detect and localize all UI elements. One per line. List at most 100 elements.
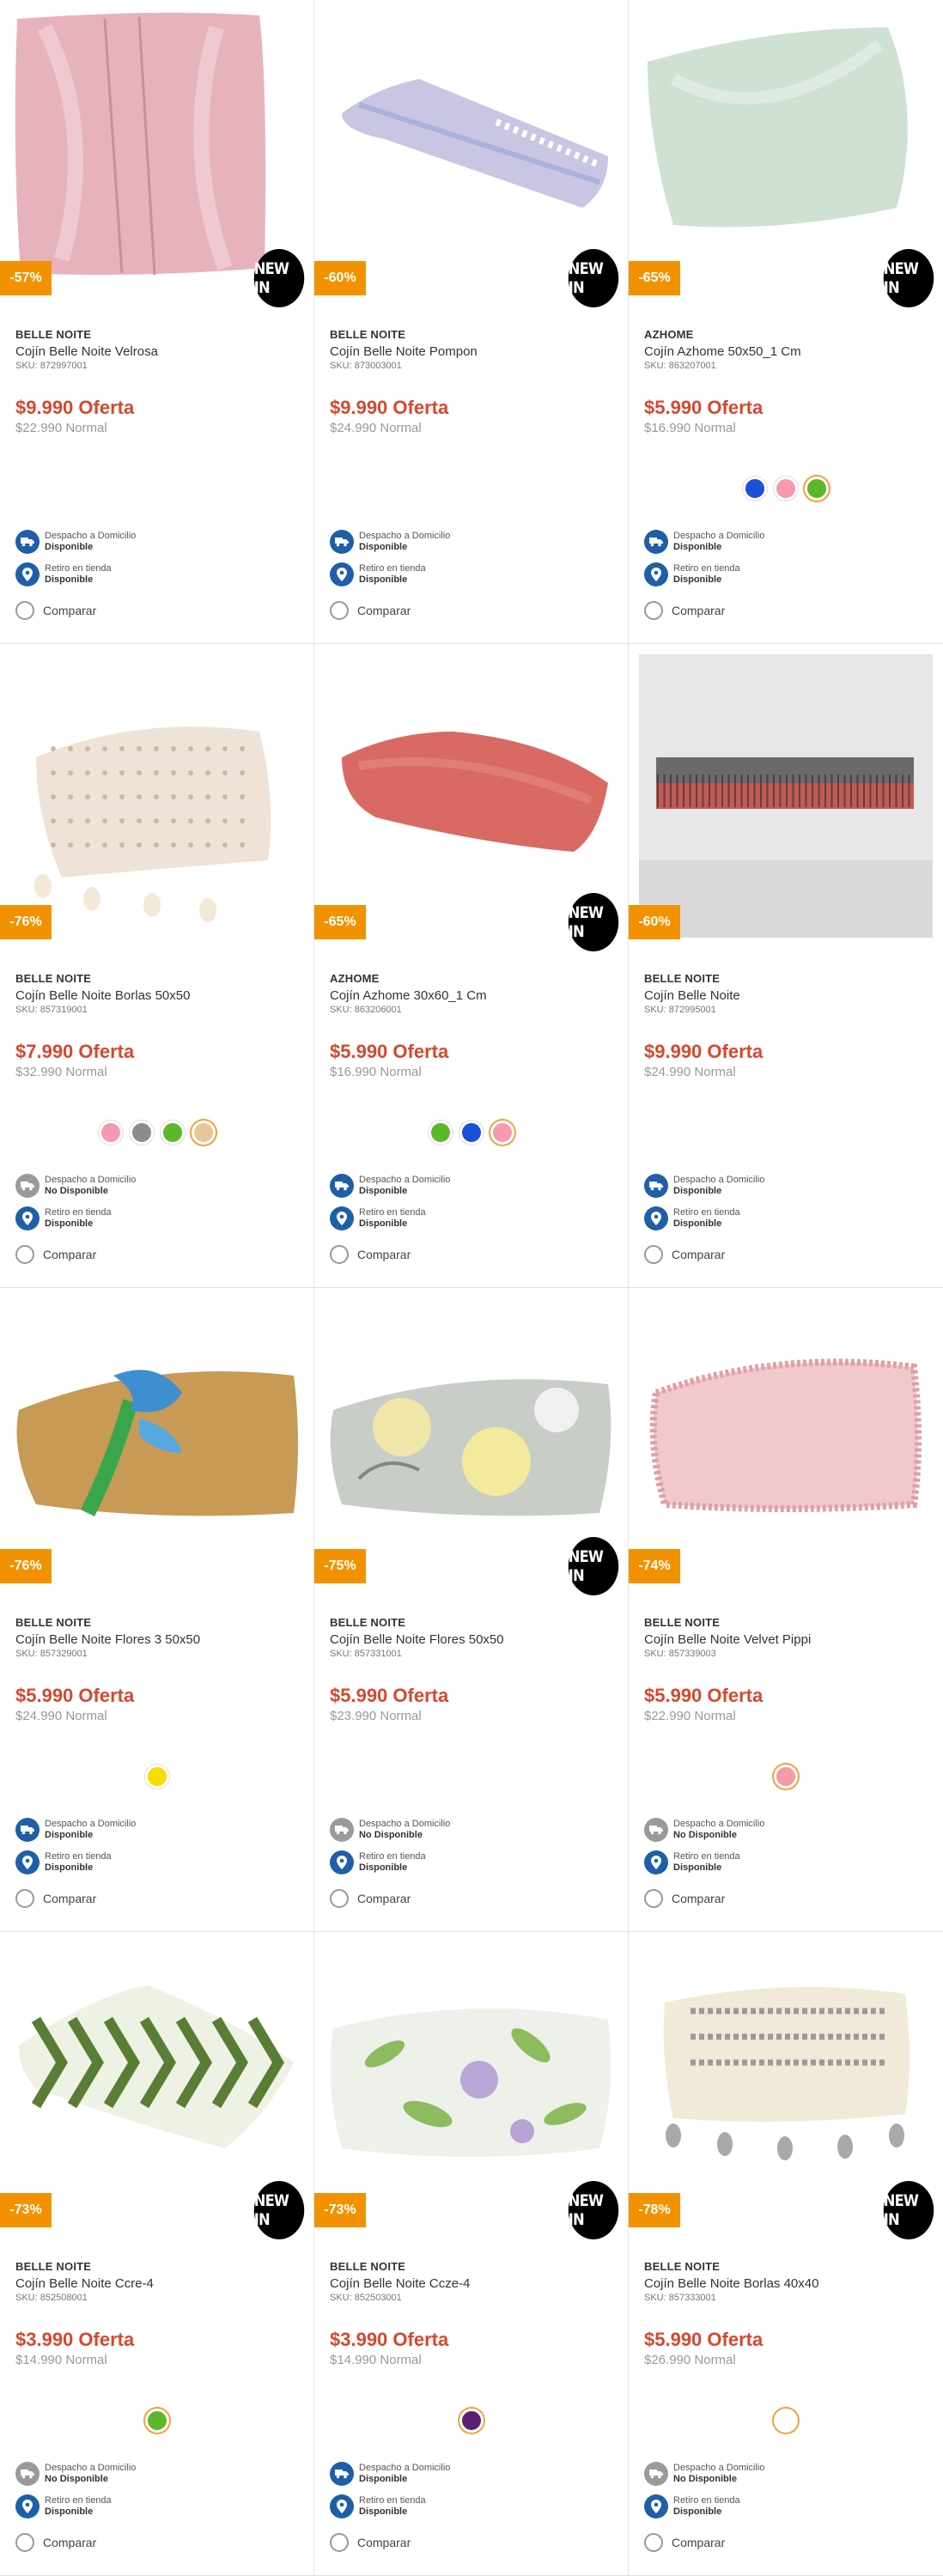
color-swatch[interactable]	[774, 477, 798, 501]
product-card[interactable]: -73% NEW IN BELLE NOITE Cojín Belle Noit…	[314, 1932, 629, 2576]
compare-toggle[interactable]: Comparar	[330, 1889, 411, 1908]
color-swatch[interactable]	[743, 477, 767, 501]
color-swatch[interactable]	[160, 1121, 185, 1145]
product-image[interactable]	[639, 654, 933, 938]
color-swatch[interactable]	[144, 1765, 169, 1789]
compare-toggle[interactable]: Comparar	[15, 2533, 96, 2552]
compare-toggle[interactable]: Comparar	[15, 1245, 96, 1264]
product-card[interactable]: -60% BELLE NOITE Cojín Belle Noite SKU: …	[629, 644, 943, 1288]
product-title[interactable]: Cojín Belle Noite Ccre-4	[15, 2276, 301, 2291]
compare-checkbox[interactable]	[15, 1245, 34, 1264]
color-swatch[interactable]	[459, 2409, 484, 2433]
compare-checkbox[interactable]	[15, 601, 34, 620]
product-title[interactable]: Cojín Azhome 30x60_1 Cm	[330, 988, 616, 1003]
product-sku: SKU: 863206001	[330, 1005, 402, 1015]
product-card[interactable]: -73% NEW IN BELLE NOITE Cojín Belle Noit…	[0, 1932, 314, 2576]
product-title[interactable]: Cojín Belle Noite Borlas 50x50	[15, 988, 301, 1003]
product-image[interactable]	[325, 1298, 618, 1582]
product-brand[interactable]: AZHOME	[644, 328, 931, 341]
location-pin-icon	[15, 1206, 40, 1230]
compare-toggle[interactable]: Comparar	[330, 1245, 411, 1264]
product-image[interactable]	[325, 10, 618, 294]
compare-checkbox[interactable]	[644, 1245, 663, 1264]
compare-checkbox[interactable]	[330, 2533, 349, 2552]
compare-toggle[interactable]: Comparar	[15, 1889, 96, 1908]
compare-toggle[interactable]: Comparar	[15, 601, 96, 620]
compare-toggle[interactable]: Comparar	[644, 1889, 725, 1908]
product-card[interactable]: -76% BELLE NOITE Cojín Belle Noite Flore…	[0, 1288, 314, 1932]
compare-toggle[interactable]: Comparar	[644, 1245, 725, 1264]
product-card[interactable]: -75% NEW IN BELLE NOITE Cojín Belle Noit…	[314, 1288, 629, 1932]
compare-checkbox[interactable]	[644, 1889, 663, 1908]
compare-label: Comparar	[357, 1892, 411, 1905]
color-swatch[interactable]	[98, 1121, 123, 1145]
product-card[interactable]: -76% BELLE NOITE Cojín Belle Noite Borla…	[0, 644, 314, 1288]
delivery-status: No Disponible	[45, 1186, 108, 1196]
product-image[interactable]	[10, 1298, 304, 1582]
color-swatch[interactable]	[805, 477, 829, 501]
product-image[interactable]	[325, 654, 618, 938]
compare-checkbox[interactable]	[330, 601, 349, 620]
product-card[interactable]: -57% NEW IN BELLE NOITE Cojín Belle Noit…	[0, 0, 314, 644]
color-swatch[interactable]	[459, 1121, 484, 1145]
product-title[interactable]: Cojín Belle Noite Velrosa	[15, 344, 301, 359]
product-brand[interactable]: BELLE NOITE	[644, 2260, 931, 2273]
compare-checkbox[interactable]	[330, 1245, 349, 1264]
product-brand[interactable]: BELLE NOITE	[330, 328, 616, 341]
normal-price: $16.990 Normal	[644, 421, 736, 435]
product-brand[interactable]: BELLE NOITE	[15, 2260, 301, 2273]
pickup-status: Disponible	[359, 1862, 408, 1873]
compare-toggle[interactable]: Comparar	[330, 601, 411, 620]
product-brand[interactable]: BELLE NOITE	[15, 972, 301, 985]
product-brand[interactable]: BELLE NOITE	[644, 1616, 931, 1629]
product-brand[interactable]: BELLE NOITE	[15, 1616, 301, 1629]
color-swatch[interactable]	[129, 1121, 154, 1145]
product-card[interactable]: -65% NEW IN AZHOME Cojín Azhome 50x50_1 …	[629, 0, 943, 644]
color-swatches	[0, 2409, 313, 2433]
delivery-label: Despacho a Domicilio	[359, 1819, 451, 1829]
product-title[interactable]: Cojín Belle Noite Ccze-4	[330, 2276, 616, 2291]
product-title[interactable]: Cojín Azhome 50x50_1 Cm	[644, 344, 931, 359]
delivery-availability: Despacho a Domicilio No Disponible	[15, 2462, 301, 2486]
color-swatch[interactable]	[428, 1121, 453, 1145]
product-brand[interactable]: BELLE NOITE	[15, 328, 301, 341]
product-image[interactable]	[10, 10, 304, 294]
product-image[interactable]	[10, 1942, 304, 2226]
product-title[interactable]: Cojín Belle Noite Flores 3 50x50	[15, 1632, 301, 1647]
product-image[interactable]	[639, 1942, 933, 2226]
product-card[interactable]: -65% NEW IN AZHOME Cojín Azhome 30x60_1 …	[314, 644, 629, 1288]
product-image[interactable]	[639, 10, 933, 294]
compare-checkbox[interactable]	[644, 2533, 663, 2552]
compare-checkbox[interactable]	[330, 1889, 349, 1908]
offer-price: $5.990 Oferta	[330, 1685, 449, 1706]
product-title[interactable]: Cojín Belle Noite Borlas 40x40	[644, 2276, 931, 2291]
compare-toggle[interactable]: Comparar	[330, 2533, 411, 2552]
compare-toggle[interactable]: Comparar	[644, 601, 725, 620]
compare-toggle[interactable]: Comparar	[644, 2533, 725, 2552]
location-pin-icon	[644, 562, 668, 586]
product-title[interactable]: Cojín Belle Noite Velvet Pippi	[644, 1632, 931, 1647]
product-image[interactable]	[10, 654, 304, 938]
product-title[interactable]: Cojín Belle Noite Flores 50x50	[330, 1632, 616, 1647]
color-swatch[interactable]	[774, 2409, 798, 2433]
product-title[interactable]: Cojín Belle Noite	[644, 988, 931, 1003]
product-brand[interactable]: BELLE NOITE	[644, 972, 931, 985]
product-title[interactable]: Cojín Belle Noite Pompon	[330, 344, 616, 359]
color-swatch[interactable]	[490, 1121, 514, 1145]
color-swatch[interactable]	[191, 1121, 216, 1145]
product-card[interactable]: -78% NEW IN BELLE NOITE Cojín Belle Noit…	[629, 1932, 943, 2576]
product-brand[interactable]: AZHOME	[330, 972, 616, 985]
compare-checkbox[interactable]	[15, 2533, 34, 2552]
product-brand[interactable]: BELLE NOITE	[330, 2260, 616, 2273]
compare-checkbox[interactable]	[15, 1889, 34, 1908]
pickup-label: Retiro en tienda	[359, 563, 426, 574]
product-image[interactable]	[325, 1942, 618, 2226]
product-card[interactable]: -74% BELLE NOITE Cojín Belle Noite Velve…	[629, 1288, 943, 1932]
product-card[interactable]: -60% NEW IN BELLE NOITE Cojín Belle Noit…	[314, 0, 629, 644]
pickup-status: Disponible	[359, 574, 408, 585]
color-swatch[interactable]	[774, 1765, 798, 1789]
product-brand[interactable]: BELLE NOITE	[330, 1616, 616, 1629]
compare-checkbox[interactable]	[644, 601, 663, 620]
color-swatch[interactable]	[144, 2409, 169, 2433]
product-image[interactable]	[639, 1298, 933, 1582]
